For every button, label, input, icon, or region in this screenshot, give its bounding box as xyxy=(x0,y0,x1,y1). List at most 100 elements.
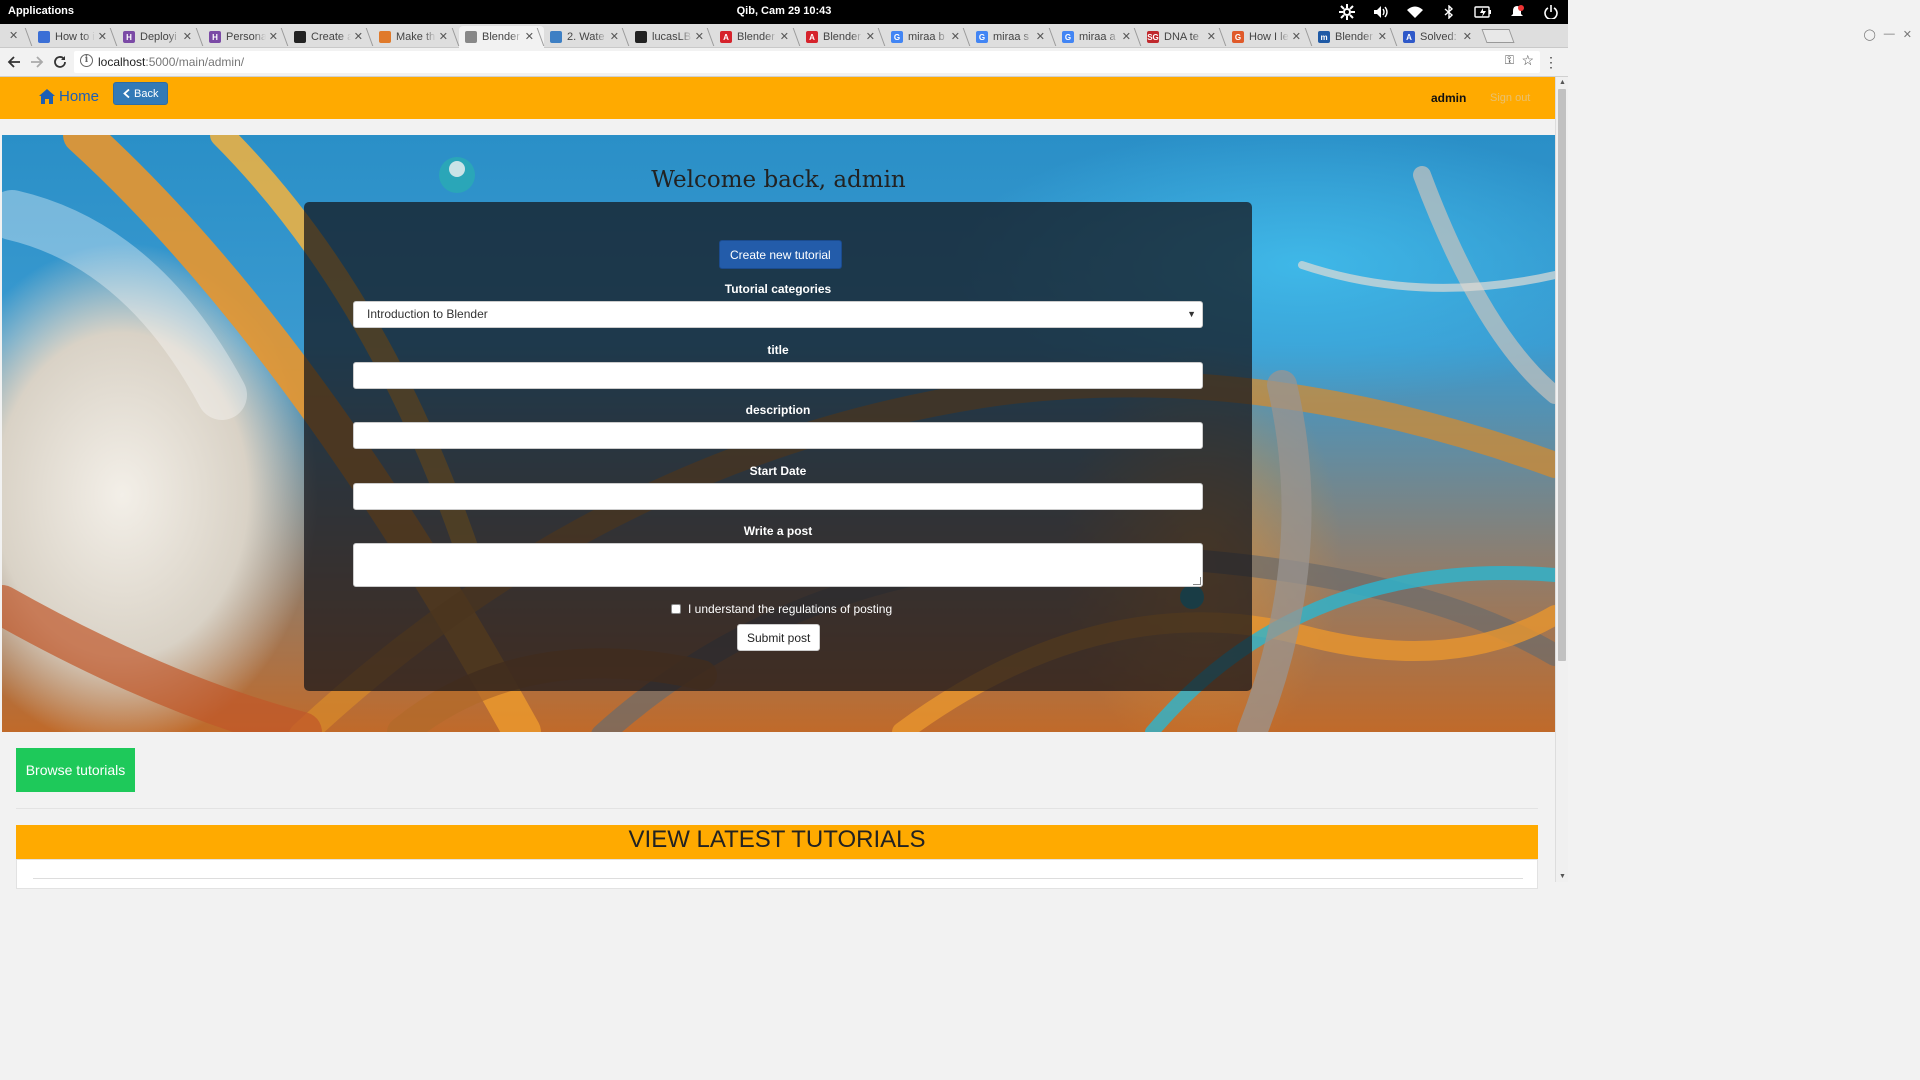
close-tab-icon[interactable]: ✕ xyxy=(183,30,192,43)
scroll-down-icon[interactable]: ▼ xyxy=(1559,873,1566,880)
browser-toolbar: i localhost:5000/main/admin/ ⚿ ☆ ⋮ xyxy=(0,48,1568,77)
browser-menu-icon[interactable]: ⋮ xyxy=(1544,54,1558,71)
scroll-up-icon[interactable]: ▲ xyxy=(1559,79,1566,86)
close-tab-icon[interactable]: ✕ xyxy=(1378,30,1387,43)
close-tab-icon[interactable]: ✕ xyxy=(1292,30,1301,43)
current-user[interactable]: admin xyxy=(1431,91,1466,105)
close-tab-icon[interactable]: ✕ xyxy=(866,30,875,43)
tab-title: 2. Wate xyxy=(567,31,605,43)
divider xyxy=(16,808,1538,809)
os-top-bar: Applications Qib, Cam 29 10:43 xyxy=(0,0,1568,24)
close-tab-icon[interactable]: ✕ xyxy=(98,30,107,43)
close-tab-icon[interactable]: ✕ xyxy=(1207,30,1216,43)
profile-icon[interactable]: ◯ xyxy=(1863,28,1875,41)
notification-icon[interactable] xyxy=(1508,4,1526,20)
tab-title: Make th xyxy=(396,31,436,43)
tab-favicon-icon: H xyxy=(123,31,135,43)
bluetooth-icon[interactable] xyxy=(1440,4,1458,20)
browser-tab[interactable]: Blender ✕ xyxy=(451,26,544,48)
chevron-left-icon xyxy=(123,89,130,98)
browser-tab[interactable]: How to i ✕ xyxy=(24,26,117,48)
hero-section: Welcome back, admin Create new tutorial … xyxy=(2,135,1555,732)
resize-handle-icon[interactable] xyxy=(1193,577,1201,585)
close-tab-icon[interactable]: ✕ xyxy=(610,30,619,43)
browser-tab[interactable]: Gmiraa s ✕ xyxy=(962,26,1055,48)
dropdown-caret-icon: ▼ xyxy=(1187,309,1196,319)
tab-favicon-icon: H xyxy=(209,31,221,43)
browser-tab[interactable]: G How I le ✕ xyxy=(1218,26,1311,48)
close-tab-icon[interactable]: ✕ xyxy=(354,30,363,43)
volume-icon[interactable] xyxy=(1372,4,1390,20)
title-label: title xyxy=(767,343,789,357)
close-tab-icon[interactable]: ✕ xyxy=(780,30,789,43)
post-label: Write a post xyxy=(743,524,813,538)
back-button[interactable]: Back xyxy=(113,82,169,105)
tab-title: Create a xyxy=(311,31,351,43)
bookmark-star-icon[interactable]: ☆ xyxy=(1521,52,1534,69)
regulations-label[interactable]: I understand the regulations of posting xyxy=(688,602,892,616)
browser-tab[interactable]: A Blender ✕ xyxy=(792,26,885,48)
tab-title: Solved: xyxy=(1420,31,1457,43)
browser-tab[interactable]: Gmiraa b ✕ xyxy=(877,26,970,48)
close-tab-icon[interactable]: ✕ xyxy=(525,30,534,43)
close-tab-icon[interactable]: ✕ xyxy=(1036,30,1045,43)
create-tutorial-button[interactable]: Create new tutorial xyxy=(719,240,842,269)
tab-title: How I le xyxy=(1249,31,1289,43)
key-icon[interactable]: ⚿ xyxy=(1505,53,1514,68)
home-link[interactable]: Home xyxy=(39,88,99,105)
tab-title: miraa a xyxy=(1079,31,1116,43)
title-input[interactable] xyxy=(353,362,1203,389)
close-tab-icon[interactable]: ✕ xyxy=(1463,30,1472,43)
close-tab-icon[interactable]: ✕ xyxy=(439,30,448,43)
browser-tab[interactable]: Create a ✕ xyxy=(280,26,373,48)
browser-tab[interactable]: H Deployi ✕ xyxy=(109,26,202,48)
clock[interactable]: Qib, Cam 29 10:43 xyxy=(737,5,832,17)
browser-tab[interactable]: lucasLB ✕ xyxy=(621,26,714,48)
browser-tab[interactable]: Gmiraa a ✕ xyxy=(1048,26,1141,48)
latest-tutorials-heading: VIEW LATEST TUTORIALS xyxy=(16,825,1538,859)
site-info-icon[interactable]: i xyxy=(80,54,93,67)
close-tab-icon[interactable]: ✕ xyxy=(9,29,18,42)
power-icon[interactable] xyxy=(1542,4,1560,20)
post-textarea[interactable] xyxy=(353,543,1203,587)
new-tab-button[interactable] xyxy=(1481,29,1515,43)
tab-title: Blender xyxy=(1335,31,1373,43)
start-date-input[interactable] xyxy=(353,483,1203,510)
forward-arrow-icon[interactable] xyxy=(29,54,45,70)
browser-tab[interactable]: A Blender ✕ xyxy=(706,26,799,48)
browser-tab[interactable]: H Persona ✕ xyxy=(195,26,288,48)
address-bar[interactable]: i localhost:5000/main/admin/ ⚿ ☆ xyxy=(74,51,1540,73)
browser-tab[interactable]: SG DNA te ✕ xyxy=(1133,26,1226,48)
tab-title: lucasLB xyxy=(652,31,692,43)
category-select[interactable]: Introduction to Blender ▼ xyxy=(353,301,1203,328)
close-tab-icon[interactable]: ✕ xyxy=(695,30,704,43)
close-tab-icon[interactable]: ✕ xyxy=(269,30,278,43)
battery-icon[interactable] xyxy=(1474,4,1492,20)
browse-tutorials-button[interactable]: Browse tutorials xyxy=(16,748,135,792)
page-scrollbar[interactable]: ▲ ▼ xyxy=(1555,77,1568,882)
browser-tab[interactable]: Make th ✕ xyxy=(365,26,458,48)
tab-title: miraa b xyxy=(908,31,945,43)
tab-title: miraa s xyxy=(993,31,1030,43)
url-text[interactable]: localhost:5000/main/admin/ xyxy=(98,55,244,69)
minimize-icon[interactable]: — xyxy=(1884,28,1895,41)
wifi-icon[interactable] xyxy=(1406,4,1424,20)
reload-icon[interactable] xyxy=(52,54,68,70)
network-settings-icon[interactable] xyxy=(1338,4,1356,20)
back-arrow-icon[interactable] xyxy=(6,54,22,70)
regulations-checkbox[interactable] xyxy=(671,604,681,614)
browser-tab[interactable]: m Blender ✕ xyxy=(1304,26,1397,48)
sign-out-link[interactable]: Sign out xyxy=(1490,92,1530,104)
close-tab-icon[interactable]: ✕ xyxy=(1122,30,1131,43)
close-tab-icon[interactable]: ✕ xyxy=(951,30,960,43)
applications-menu[interactable]: Applications xyxy=(8,5,74,17)
scrollbar-thumb[interactable] xyxy=(1558,89,1566,661)
description-input[interactable] xyxy=(353,422,1203,449)
tab-favicon-icon xyxy=(465,31,477,43)
browser-tab[interactable]: 2. Wate ✕ xyxy=(536,26,629,48)
close-window-icon[interactable]: ✕ xyxy=(1903,28,1912,41)
browser-tab-strip: How to i ✕ H Deployi ✕ H Persona ✕ Create a ✕ Make… xyxy=(0,24,1568,48)
submit-post-button[interactable]: Submit post xyxy=(737,624,821,651)
tab-favicon-icon: A xyxy=(806,31,818,43)
browser-tab[interactable]: A Solved: ✕ xyxy=(1389,26,1482,48)
